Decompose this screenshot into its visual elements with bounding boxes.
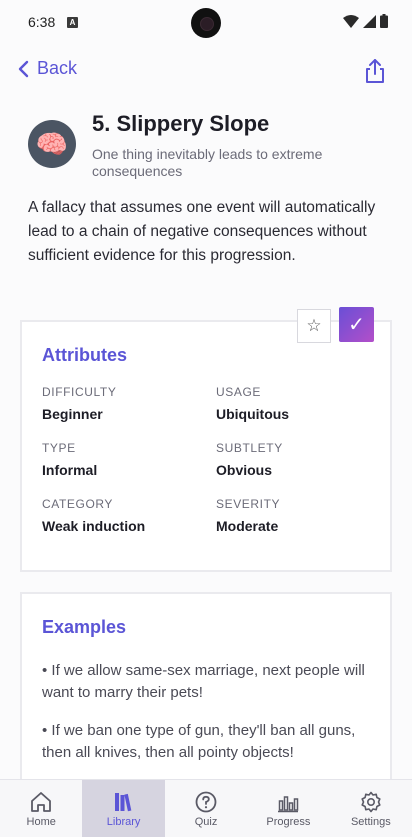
bottom-navigation: Home Library Quiz Progress Settings [0, 779, 412, 837]
home-icon [31, 791, 52, 812]
camera-cutout [191, 8, 221, 38]
fallacy-detail-screen: 6:38 A Back 🧠 5. Slippery Slope One thin… [0, 0, 412, 837]
mark-learned-button[interactable]: ✓ [339, 307, 374, 342]
avatar-emoji: 🧠 [35, 128, 69, 159]
attr-label-usage: USAGE [216, 385, 262, 399]
checkmark-icon: ✓ [348, 314, 365, 336]
attr-value-usage: Ubiquitous [216, 406, 290, 422]
back-label: Back [37, 58, 78, 78]
nav-label-progress: Progress [266, 815, 311, 828]
attr-label-difficulty: DIFFICULTY [42, 385, 117, 399]
examples-card: Examples • If we allow same-sex marriage… [20, 592, 392, 792]
attr-value-category: Weak induction [42, 518, 146, 534]
example-item: • If we ban one type of gun, they'll ban… [42, 722, 356, 761]
attributes-card: Attributes DIFFICULTY Beginner USAGE Ubi… [20, 320, 392, 572]
example-item: • If we allow same-sex marriage, next pe… [42, 662, 365, 701]
attr-label-severity: SEVERITY [216, 497, 281, 511]
progress-icon [278, 795, 299, 812]
favorite-button[interactable]: ☆ [297, 309, 331, 343]
examples-heading: Examples [42, 617, 127, 637]
attr-label-type: TYPE [42, 441, 76, 455]
library-icon [114, 792, 131, 811]
nav-item-quiz[interactable]: Quiz [165, 780, 247, 837]
brain-avatar-icon: 🧠 [28, 120, 76, 168]
attr-value-severity: Moderate [216, 518, 279, 534]
nav-label-settings: Settings [350, 815, 391, 828]
chevron-left-icon [18, 60, 29, 77]
share-button[interactable] [364, 58, 386, 89]
star-icon: ☆ [306, 316, 322, 335]
nav-item-settings[interactable]: Settings [330, 780, 412, 837]
back-button[interactable]: Back [17, 58, 77, 79]
settings-icon [361, 791, 381, 812]
attr-label-category: CATEGORY [42, 497, 114, 511]
battery-icon [380, 14, 388, 28]
signal-icon [363, 14, 376, 28]
fallacy-description: A fallacy that assumes one event will au… [28, 199, 376, 264]
nav-item-library[interactable]: Library [82, 780, 165, 837]
status-time: 6:38 [28, 14, 56, 30]
nav-label-library: Library [106, 815, 141, 828]
wifi-icon [343, 14, 359, 28]
page-subtitle: One thing inevitably leads to extreme co… [92, 146, 323, 179]
nav-label-quiz: Quiz [194, 815, 218, 828]
attr-value-difficulty: Beginner [42, 406, 103, 422]
attr-label-subtlety: SUBTLETY [216, 441, 283, 455]
attributes-heading: Attributes [42, 345, 127, 365]
notification-icon: A [67, 17, 78, 28]
quiz-icon [195, 791, 217, 812]
nav-item-home[interactable]: Home [0, 780, 82, 837]
status-bar: 6:38 A [0, 0, 412, 44]
status-icons [343, 14, 388, 28]
attr-value-subtlety: Obvious [216, 462, 273, 478]
nav-item-progress[interactable]: Progress [247, 780, 329, 837]
page-title: 5. Slippery Slope [92, 111, 270, 136]
share-icon [366, 59, 384, 83]
nav-label-home: Home [26, 815, 56, 828]
attr-value-type: Informal [42, 462, 98, 478]
